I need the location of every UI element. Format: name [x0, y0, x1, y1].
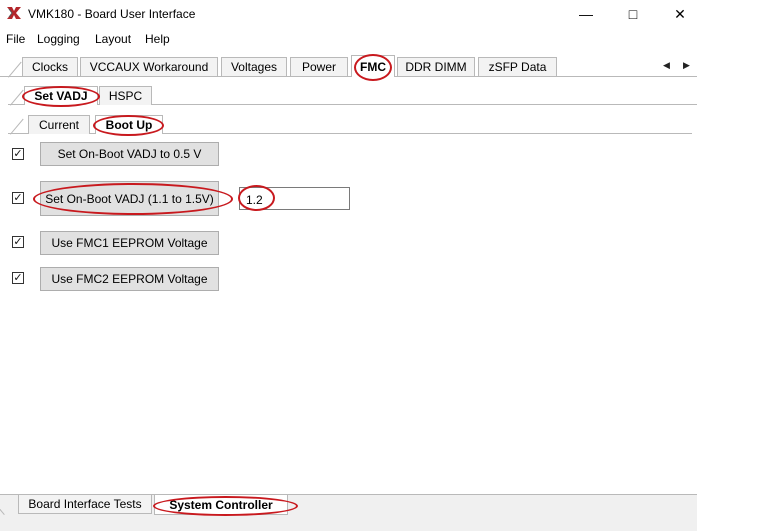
app-window: VMK180 - Board User Interface — □ ✕ File…: [0, 0, 697, 531]
tab-system-controller[interactable]: System Controller: [154, 495, 288, 515]
checkbox-fmc2-eeprom[interactable]: ✓: [12, 272, 24, 284]
tab-current[interactable]: Current: [28, 115, 90, 134]
checkbox-fmc1-eeprom[interactable]: ✓: [12, 236, 24, 248]
tab-hspc[interactable]: HSPC: [99, 86, 152, 105]
app-logo-icon: [7, 7, 21, 19]
tab-voltages[interactable]: Voltages: [221, 57, 287, 76]
menu-file[interactable]: File: [6, 32, 25, 46]
tab-boot-up[interactable]: Boot Up: [95, 115, 163, 134]
menu-logging[interactable]: Logging: [37, 32, 80, 46]
set-onboot-vadj-range-button[interactable]: Set On-Boot VADJ (1.1 to 1.5V): [40, 181, 219, 216]
tab-board-interface-tests[interactable]: Board Interface Tests: [18, 495, 152, 514]
maximize-button[interactable]: □: [610, 0, 656, 28]
tab-zsfp-data[interactable]: zSFP Data: [478, 57, 557, 76]
tab-fmc[interactable]: FMC: [351, 55, 395, 77]
set-onboot-vadj-0-5v-button[interactable]: Set On-Boot VADJ to 0.5 V: [40, 142, 219, 166]
close-button[interactable]: ✕: [657, 0, 703, 28]
tab-scroll-left-icon[interactable]: ◀: [663, 60, 670, 71]
tab-power[interactable]: Power: [290, 57, 348, 76]
checkbox-set-onboot-0-5v[interactable]: ✓: [12, 148, 24, 160]
tab-vccaux-workaround[interactable]: VCCAUX Workaround: [80, 57, 218, 76]
top-tabs-baseline: [0, 76, 697, 77]
checkbox-set-onboot-range[interactable]: ✓: [12, 192, 24, 204]
title-bar: VMK180 - Board User Interface — □ ✕: [0, 0, 697, 28]
menu-help[interactable]: Help: [145, 32, 170, 46]
tab-set-vadj[interactable]: Set VADJ: [24, 86, 98, 105]
tab-clocks[interactable]: Clocks: [22, 57, 78, 76]
use-fmc2-eeprom-voltage-button[interactable]: Use FMC2 EEPROM Voltage: [40, 267, 219, 291]
tab-scroll-right-icon[interactable]: ▶: [683, 60, 690, 71]
window-title: VMK180 - Board User Interface: [28, 7, 196, 21]
menu-layout[interactable]: Layout: [95, 32, 131, 46]
vadj-voltage-input[interactable]: [239, 187, 350, 210]
minimize-button[interactable]: —: [563, 0, 609, 28]
use-fmc1-eeprom-voltage-button[interactable]: Use FMC1 EEPROM Voltage: [40, 231, 219, 255]
tab-ddr-dimm[interactable]: DDR DIMM: [397, 57, 475, 76]
